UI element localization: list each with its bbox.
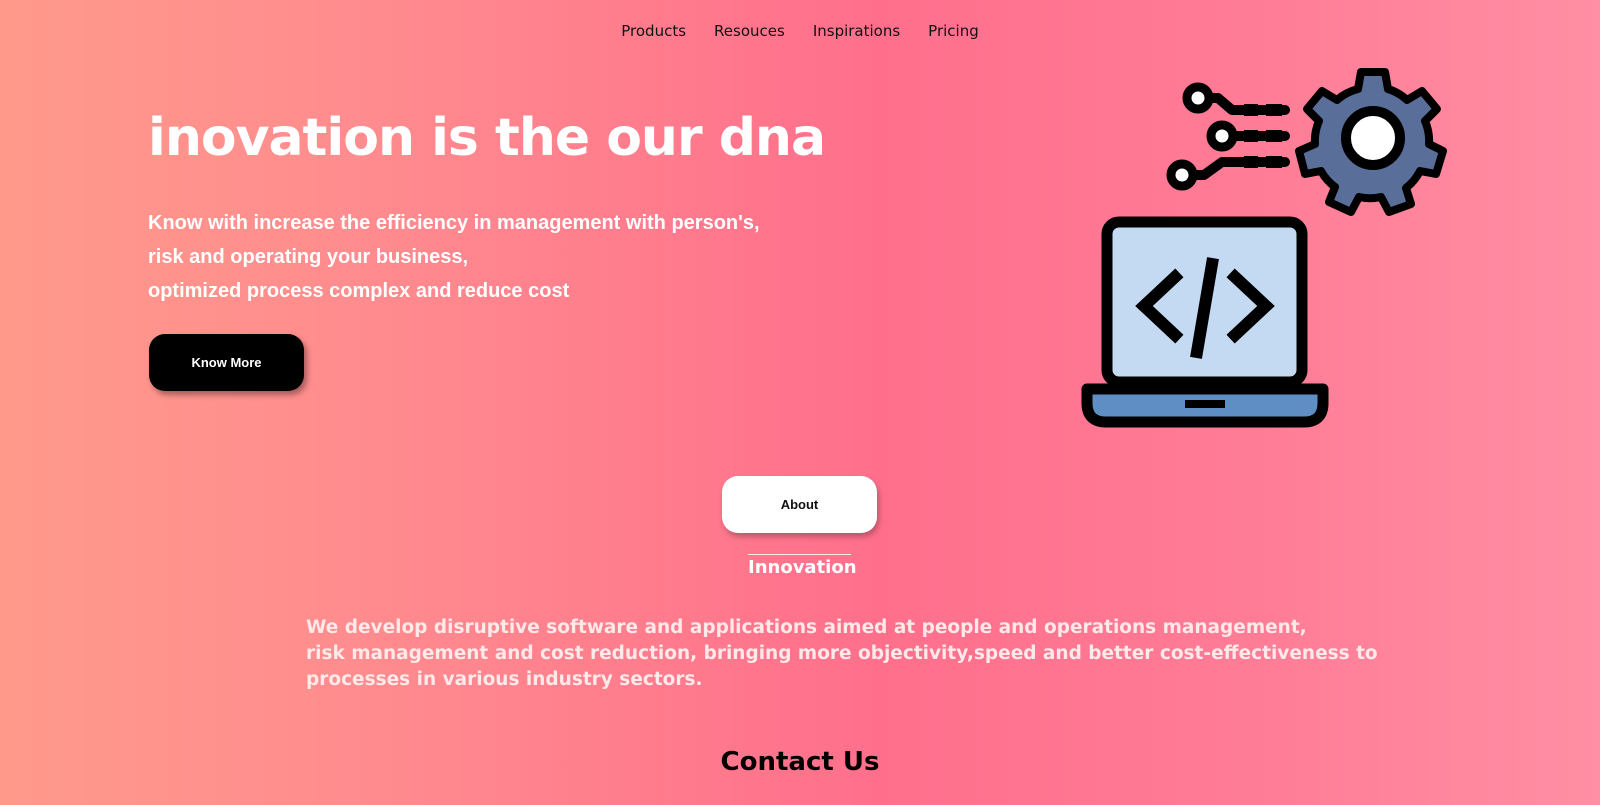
- know-more-button[interactable]: Know More: [149, 334, 304, 391]
- hero-description: Know with increase the efficiency in man…: [148, 206, 760, 308]
- hero-line-1: Know with increase the efficiency in man…: [148, 212, 760, 234]
- laptop-code-icon: [1081, 216, 1329, 428]
- hero-line-2: risk and operating your business,: [148, 246, 469, 268]
- top-nav: Products Resouces Inspirations Pricing: [0, 22, 1600, 40]
- about-description: We develop disruptive software and appli…: [306, 615, 1378, 693]
- hero-illustration: [1081, 68, 1447, 428]
- nav-link-inspirations[interactable]: Inspirations: [813, 22, 900, 40]
- about-line-1: We develop disruptive software and appli…: [306, 617, 1307, 638]
- nav-link-pricing[interactable]: Pricing: [928, 22, 979, 40]
- nav-link-resources[interactable]: Resouces: [714, 22, 785, 40]
- section-title: Innovation: [748, 554, 857, 578]
- about-button[interactable]: About: [722, 476, 877, 533]
- hero-title: inovation is the our dna: [148, 108, 826, 168]
- circuit-gear-icon: [1166, 68, 1447, 216]
- contact-title: Contact Us: [720, 747, 880, 777]
- nav-link-products[interactable]: Products: [621, 22, 686, 40]
- hero-line-3: optimized process complex and reduce cos…: [148, 280, 570, 302]
- about-line-2: risk management and cost reduction, brin…: [306, 643, 1378, 664]
- about-line-3: processes in various industry sectors.: [306, 669, 703, 690]
